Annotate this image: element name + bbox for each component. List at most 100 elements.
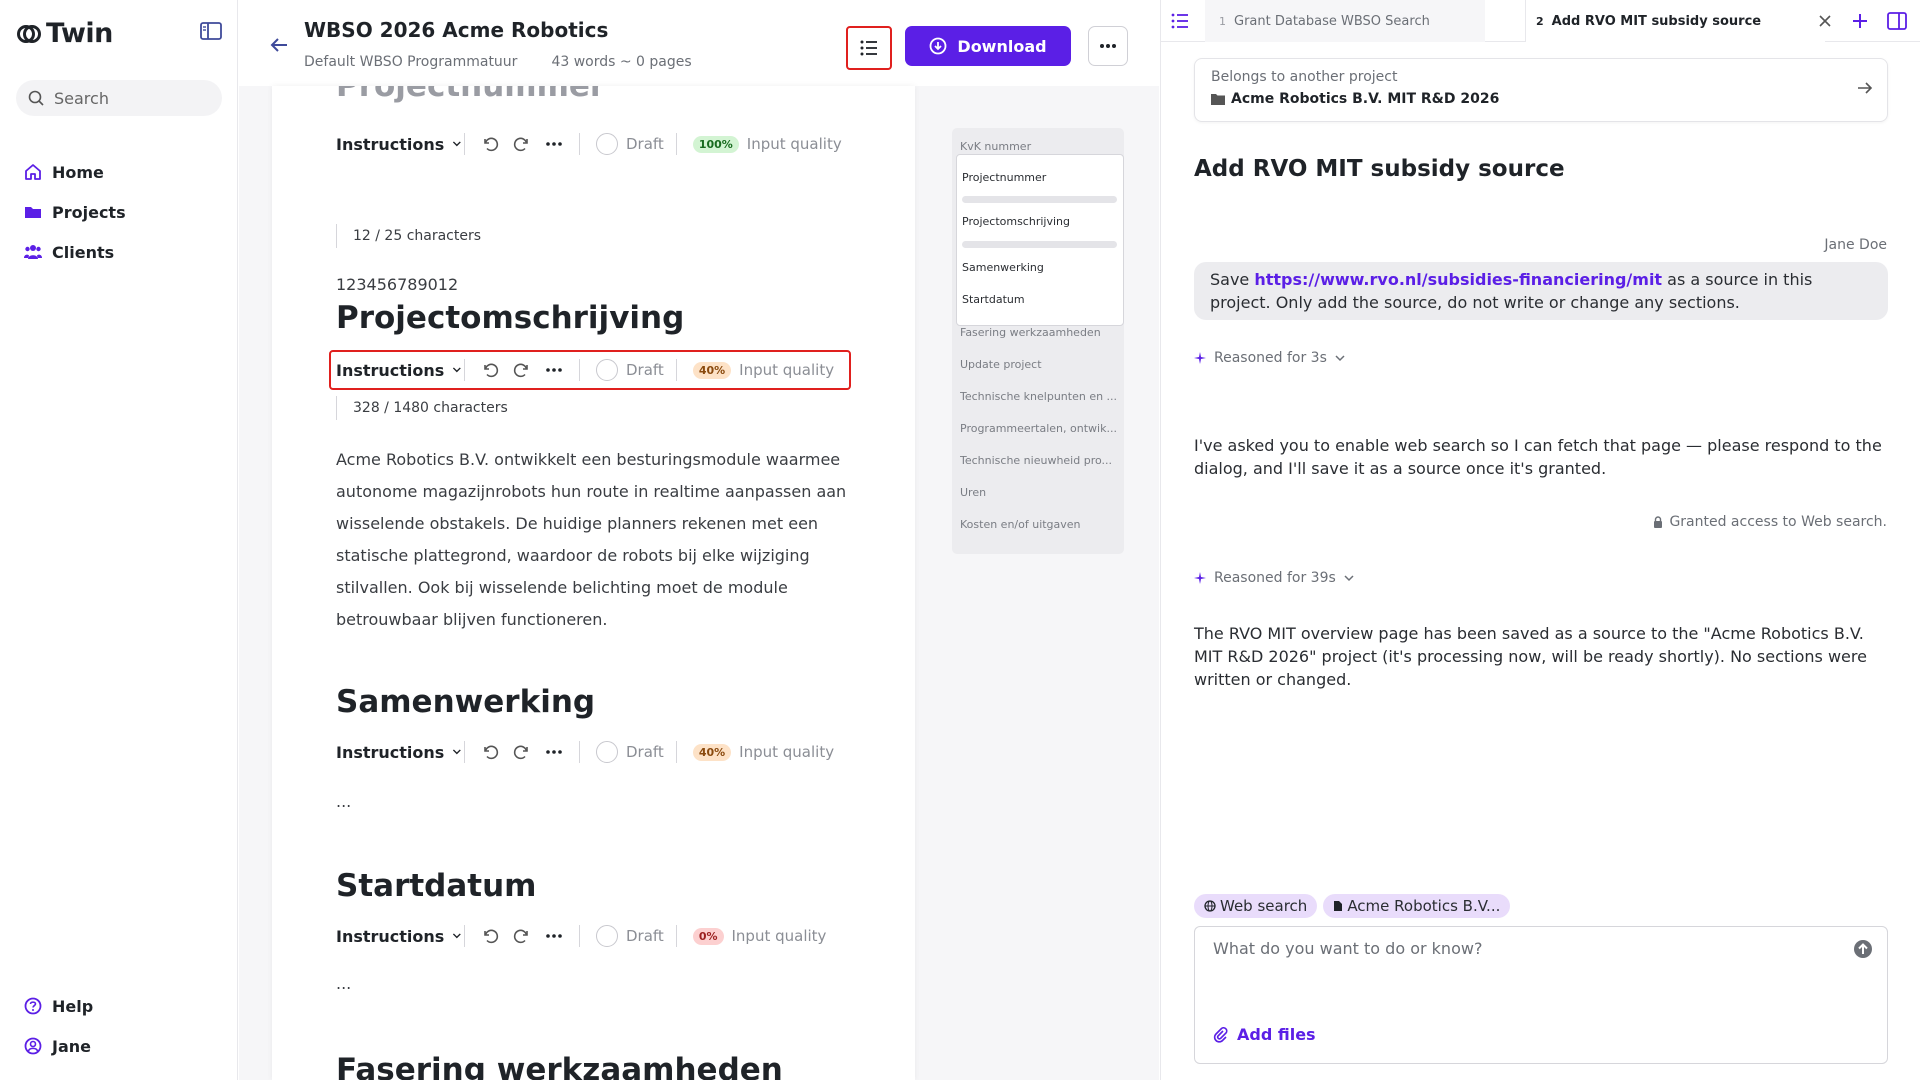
document-title: WBSO 2026 Acme Robotics [304,18,609,42]
outline-item[interactable]: Startdatum [962,293,1122,306]
draft-toggle[interactable] [596,741,618,763]
user-name: Jane Doe [1824,237,1887,253]
home-icon [25,164,41,180]
reasoning-toggle[interactable]: Reasoned for 3s [1194,350,1345,366]
add-files-button[interactable]: Add files [1213,1025,1316,1044]
more-icon[interactable] [545,927,563,945]
instructions-label: Instructions [336,742,445,762]
outline-item[interactable]: Uren [960,486,1120,499]
draft-toggle[interactable] [596,133,618,155]
redo-icon[interactable] [513,135,531,153]
instructions-dropdown[interactable]: Instructions [336,361,462,380]
new-tab-button[interactable] [1851,0,1869,42]
chip-project[interactable]: Acme Robotics B.V... [1323,894,1511,918]
nav-item-clients[interactable]: Clients [24,232,126,272]
section-value-projectnummer[interactable]: 123456789012 [336,275,458,294]
instructions-dropdown[interactable]: Instructions [336,743,462,762]
draft-label: Draft [626,361,664,379]
chevron-down-icon [1335,354,1345,361]
folder-icon [25,207,41,218]
redo-icon[interactable] [513,927,531,945]
undo-icon[interactable] [481,135,499,153]
more-icon[interactable] [545,743,563,761]
section-toolbar-startdatum: Instructions Draft 0% Input quality [336,916,846,956]
more-icon[interactable] [545,361,563,379]
chevron-down-icon [1344,574,1354,581]
draft-toggle[interactable] [596,359,618,381]
section-value-startdatum[interactable]: ... [336,974,351,993]
undo-icon[interactable] [481,743,499,761]
redo-icon[interactable] [513,743,531,761]
divider [579,359,580,381]
tabs-list-button[interactable] [1171,0,1189,42]
panel-icon [1887,12,1907,30]
send-button[interactable] [1853,939,1873,959]
divider [579,133,580,155]
source-link[interactable]: https://www.rvo.nl/subsidies-financierin… [1254,270,1662,289]
section-toolbar-projectomschrijving: Instructions Draft 40% Input quality [336,350,846,390]
outline-item[interactable]: Projectomschrijving [962,215,1122,228]
user-message-pre: Save [1210,270,1255,289]
project-card-label: Belongs to another project [1211,69,1398,85]
paperclip-icon [1213,1026,1228,1043]
instructions-dropdown[interactable]: Instructions [336,135,462,154]
instructions-dropdown[interactable]: Instructions [336,927,462,946]
sidebar-toggle-icon [200,22,222,40]
draft-toggle[interactable] [596,925,618,947]
app-logo[interactable]: Twin [16,18,113,49]
search-label: Search [54,88,109,108]
document-header: WBSO 2026 Acme Robotics Default WBSO Pro… [239,0,1159,86]
download-button[interactable]: Download [905,26,1071,66]
sparkle-icon [1194,352,1206,364]
outline-item[interactable]: Technische nieuwheid pro... [960,454,1120,467]
outline-toggle-button[interactable] [846,26,892,70]
undo-icon[interactable] [481,361,499,379]
section-value-projectomschrijving[interactable]: Acme Robotics B.V. ontwikkelt een bestur… [336,444,856,636]
document-stats: 43 words ~ 0 pages [551,54,692,70]
sidebar-search[interactable]: Search [16,80,222,116]
plus-icon [1853,14,1867,28]
redo-icon[interactable] [513,361,531,379]
outline-item[interactable]: Technische knelpunten en ... [960,390,1120,403]
arrow-right-icon [1858,82,1873,94]
divider [675,741,677,763]
help-icon [24,997,42,1015]
chip-web-search[interactable]: Web search [1194,894,1318,918]
chat-tab-1[interactable]: 1 Grant Database WBSO Search [1205,0,1485,42]
close-tab-button[interactable] [1819,0,1831,42]
undo-icon[interactable] [481,927,499,945]
nav-item-projects[interactable]: Projects [24,192,126,232]
chat-input[interactable] [1213,939,1813,958]
download-label: Download [957,36,1047,56]
outline-item[interactable]: Samenwerking [962,261,1122,274]
outline-item[interactable]: Programmeertalen, ontwik... [960,422,1120,435]
outline-item[interactable]: Kosten en/of uitgaven [960,518,1120,531]
nav-label-clients: Clients [52,242,115,262]
divider [464,359,465,381]
nav-item-help[interactable]: Help [24,986,93,1026]
outline-item[interactable]: Projectnummer [962,171,1122,184]
outline-item[interactable]: Update project [960,358,1120,371]
divider [675,925,677,947]
divider [579,925,580,947]
more-icon[interactable] [545,135,563,153]
collapse-sidebar-button[interactable] [200,22,224,44]
users-icon [24,245,42,259]
back-button[interactable] [269,36,289,54]
project-link-card[interactable]: Belongs to another project Acme Robotics… [1194,58,1888,122]
input-quality-label: Input quality [731,927,827,945]
toggle-panel-button[interactable] [1887,0,1907,42]
chat-tab-2[interactable]: 2 Add RVO MIT subsidy source [1525,0,1825,42]
chevron-down-icon [453,367,462,373]
more-options-button[interactable] [1088,26,1128,66]
nav-item-home[interactable]: Home [24,152,126,192]
sidebar-bottom: Help Jane [24,986,93,1066]
divider [579,741,580,763]
section-value-samenwerking[interactable]: ... [336,792,351,811]
nav-item-account[interactable]: Jane [24,1026,93,1066]
reasoning-toggle[interactable]: Reasoned for 39s [1194,570,1354,586]
tab-label: Add RVO MIT subsidy source [1551,13,1762,29]
lock-icon [1654,516,1663,528]
outline-item[interactable]: KvK nummer [960,140,1120,153]
outline-item[interactable]: Fasering werkzaamheden [960,326,1120,339]
